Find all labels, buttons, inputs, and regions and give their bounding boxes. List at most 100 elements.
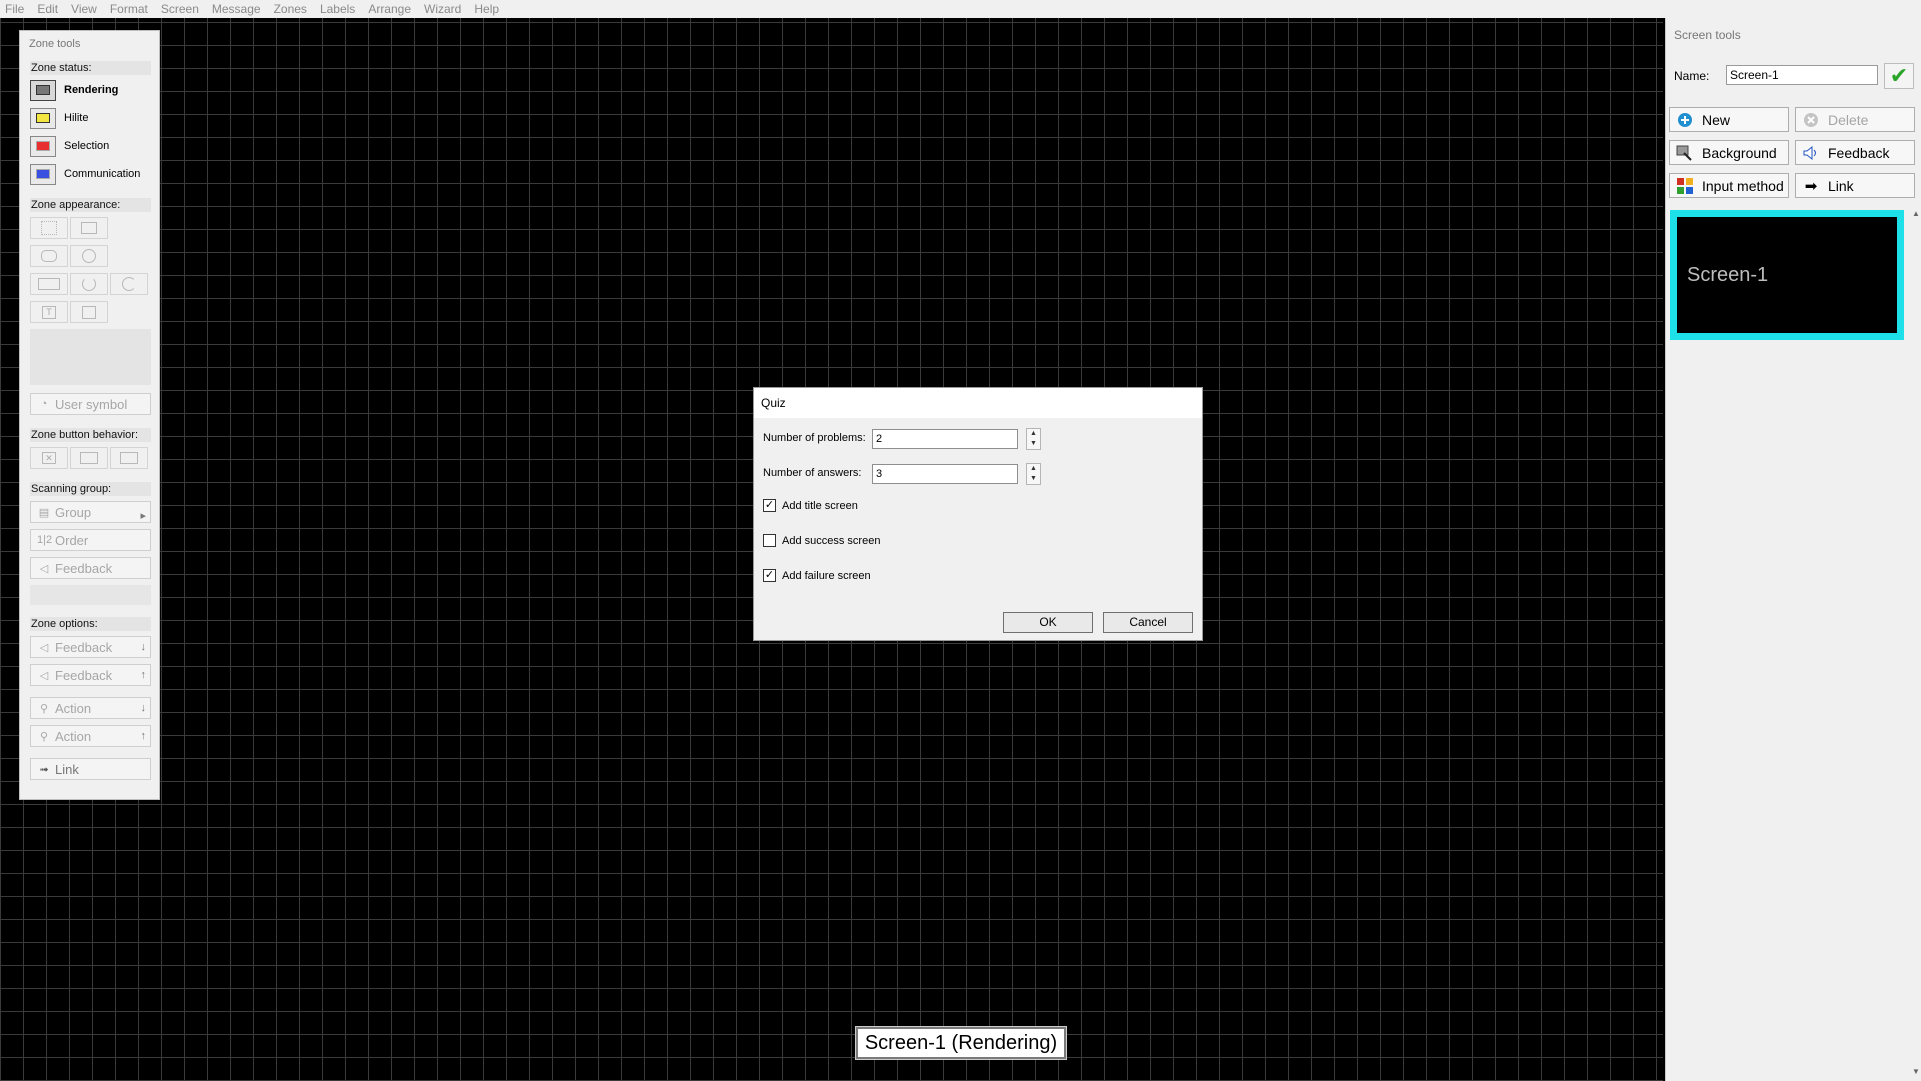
link-button[interactable]: ➟ Link [30, 758, 151, 780]
shape-picture-button[interactable] [70, 301, 108, 323]
shape-rotate-right-button[interactable] [110, 273, 148, 295]
close-box-icon: ✕ [42, 452, 56, 464]
shape-dotted-rect-button[interactable] [30, 217, 68, 239]
picture-icon [82, 305, 96, 319]
feedback-up-button[interactable]: ◁ Feedback ↑ [30, 664, 151, 686]
rounded-rect-icon [41, 250, 57, 262]
shape-image-button[interactable] [30, 273, 68, 295]
status-selection[interactable]: Selection [30, 135, 109, 157]
quiz-dialog-title: Quiz [754, 388, 1202, 418]
answers-stepper[interactable]: ▲ ▼ [1026, 463, 1041, 485]
scanning-feedback-button[interactable]: ◁ Feedback [30, 557, 151, 579]
menu-format[interactable]: Format [110, 0, 148, 18]
new-screen-button[interactable]: New [1669, 107, 1789, 132]
group-icon: ▤ [38, 506, 50, 519]
box-updown-icon [120, 452, 138, 464]
screen-feedback-button[interactable]: Feedback [1795, 140, 1915, 165]
scroll-down-icon[interactable]: ▼ [1910, 1066, 1921, 1078]
menu-screen[interactable]: Screen [161, 0, 199, 18]
zone-button-behavior-section: Zone button behavior: [30, 428, 151, 442]
group-dropdown-icon: ▸ [140, 510, 146, 522]
stepper-up-icon[interactable]: ▲ [1027, 429, 1040, 439]
problems-input[interactable] [872, 429, 1018, 449]
zone-status-section: Zone status: [30, 61, 151, 75]
order-icon: 1|2 [37, 534, 53, 546]
box-down-icon [80, 452, 98, 464]
status-communication[interactable]: Communication [30, 163, 140, 185]
menu-message[interactable]: Message [212, 0, 261, 18]
feedback-down-button[interactable]: ◁ Feedback ↓ [30, 636, 151, 658]
scroll-up-icon[interactable]: ▲ [1910, 208, 1921, 220]
quiz-dialog: Quiz Number of problems: ▲ ▼ Number of a… [753, 387, 1203, 641]
add-failure-screen-checkbox[interactable]: ✓ Add failure screen [763, 569, 871, 582]
shape-text-button[interactable]: T [30, 301, 68, 323]
user-symbol-button[interactable]: ◔ User symbol [30, 393, 151, 415]
screen-link-button[interactable]: ➡ Link [1795, 173, 1915, 198]
rendering-swatch-icon [30, 79, 56, 101]
stepper-down-icon[interactable]: ▼ [1027, 439, 1040, 449]
group-label: Group [55, 504, 92, 520]
screen-feedback-label: Feedback [1828, 144, 1890, 161]
input-method-button[interactable]: Input method [1669, 173, 1789, 198]
menu-zones[interactable]: Zones [274, 0, 307, 18]
arrow-up-icon: ↑ [140, 669, 147, 681]
group-button[interactable]: ▤ Group ▸ [30, 501, 151, 523]
delete-screen-button[interactable]: Delete [1795, 107, 1915, 132]
background-label: Background [1702, 144, 1777, 161]
image-icon [38, 278, 60, 290]
screen-thumbnail-selected[interactable]: Screen-1 [1670, 210, 1904, 340]
user-symbol-icon: ◔ [40, 398, 48, 410]
link-label: Link [55, 761, 79, 777]
add-success-screen-checkbox[interactable]: Add success screen [763, 534, 880, 547]
hilite-swatch-icon [30, 107, 56, 129]
confirm-name-button[interactable]: ✔ [1884, 63, 1914, 89]
zone-options-section: Zone options: [30, 617, 151, 631]
order-button[interactable]: 1|2 Order [30, 529, 151, 551]
problems-stepper[interactable]: ▲ ▼ [1026, 428, 1041, 450]
add-title-screen-checkbox[interactable]: ✓ Add title screen [763, 499, 858, 512]
behavior-updown-button[interactable] [110, 447, 148, 469]
background-button[interactable]: Background [1669, 140, 1789, 165]
scanning-spacer [30, 585, 151, 605]
text-icon: T [42, 305, 56, 319]
problems-label: Number of problems: [763, 432, 866, 444]
menu-help[interactable]: Help [474, 0, 499, 18]
status-hilite[interactable]: Hilite [30, 107, 88, 129]
action-up-label: Action [55, 728, 92, 744]
add-success-screen-label: Add success screen [782, 534, 881, 547]
thumbnail-scrollbar[interactable]: ▲ ▼ [1910, 208, 1921, 1078]
stepper-up-icon[interactable]: ▲ [1027, 464, 1040, 474]
paint-bucket-icon [1674, 144, 1696, 162]
shape-circle-button[interactable] [70, 245, 108, 267]
menu-arrange[interactable]: Arrange [368, 0, 411, 18]
behavior-none-button[interactable]: ✕ [30, 447, 68, 469]
add-failure-screen-label: Add failure screen [782, 569, 871, 582]
screen-status-tag: Screen-1 (Rendering) [855, 1026, 1067, 1060]
arrow-down-icon: ↓ [140, 641, 147, 653]
menu-edit[interactable]: Edit [37, 0, 58, 18]
stepper-down-icon[interactable]: ▼ [1027, 474, 1040, 484]
menu-view[interactable]: View [71, 0, 97, 18]
ok-button[interactable]: OK [1003, 612, 1093, 633]
rotate-left-icon [82, 277, 96, 291]
delete-label: Delete [1828, 111, 1869, 128]
order-label: Order [55, 532, 89, 548]
status-rendering[interactable]: Rendering [30, 79, 118, 101]
link-arrow-icon: ➟ [39, 763, 49, 776]
selection-swatch-icon [30, 135, 56, 157]
behavior-down-button[interactable] [70, 447, 108, 469]
scanning-group-section: Scanning group: [30, 482, 151, 496]
action-up-button[interactable]: ⚲ Action ↑ [30, 725, 151, 747]
shape-rounded-rect-button[interactable] [30, 245, 68, 267]
cancel-button[interactable]: Cancel [1103, 612, 1193, 633]
shape-rotate-left-button[interactable] [70, 273, 108, 295]
menu-wizard[interactable]: Wizard [424, 0, 461, 18]
screen-name-input[interactable] [1726, 65, 1878, 85]
menu-labels[interactable]: Labels [320, 0, 355, 18]
answers-input[interactable] [872, 464, 1018, 484]
shape-rect-button[interactable] [70, 217, 108, 239]
speaker-icon: ◁ [39, 562, 49, 575]
checkbox-checked-icon: ✓ [763, 569, 776, 582]
action-down-button[interactable]: ⚲ Action ↓ [30, 697, 151, 719]
menu-file[interactable]: File [5, 0, 24, 18]
